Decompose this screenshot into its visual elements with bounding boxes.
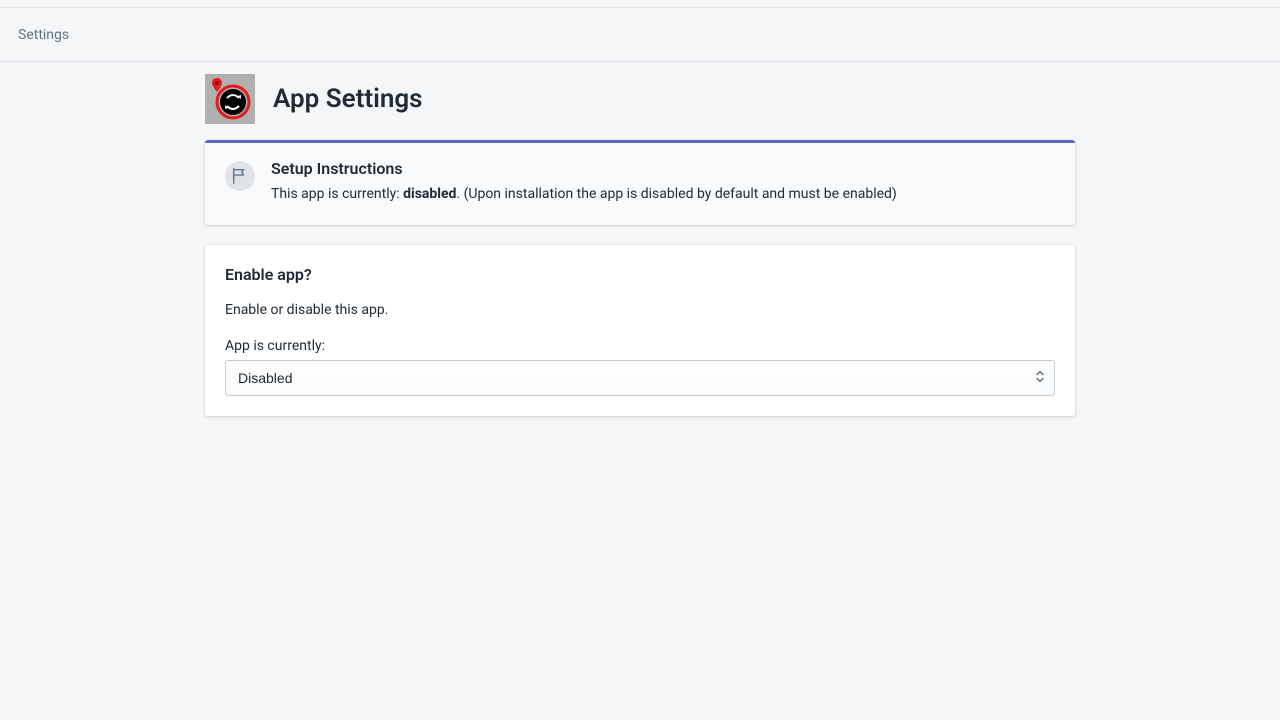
app-status-label: App is currently: — [225, 338, 1055, 354]
enable-description: Enable or disable this app. — [225, 302, 1055, 318]
flag-icon-circle — [225, 161, 255, 191]
breadcrumb-bar: Settings — [0, 8, 1280, 62]
setup-title: Setup Instructions — [271, 159, 1055, 178]
flag-icon — [231, 167, 249, 185]
setup-desc-suffix: . (Upon installation the app is disabled… — [456, 186, 896, 202]
page-title: App Settings — [273, 84, 423, 114]
setup-desc-prefix: This app is currently: — [271, 186, 403, 202]
setup-description: This app is currently: disabled. (Upon i… — [271, 184, 1055, 205]
app-status-select-wrap: DisabledEnabled — [225, 360, 1055, 396]
enable-app-card: Enable app? Enable or disable this app. … — [205, 245, 1075, 416]
enable-title: Enable app? — [225, 265, 1055, 284]
app-icon — [205, 74, 255, 124]
breadcrumb-settings-link[interactable]: Settings — [18, 27, 69, 43]
setup-desc-status: disabled — [403, 186, 456, 202]
setup-instructions-card: Setup Instructions This app is currently… — [205, 140, 1075, 225]
top-divider — [0, 0, 1280, 8]
app-status-select[interactable]: DisabledEnabled — [225, 360, 1055, 396]
page-header: App Settings — [205, 74, 1075, 140]
